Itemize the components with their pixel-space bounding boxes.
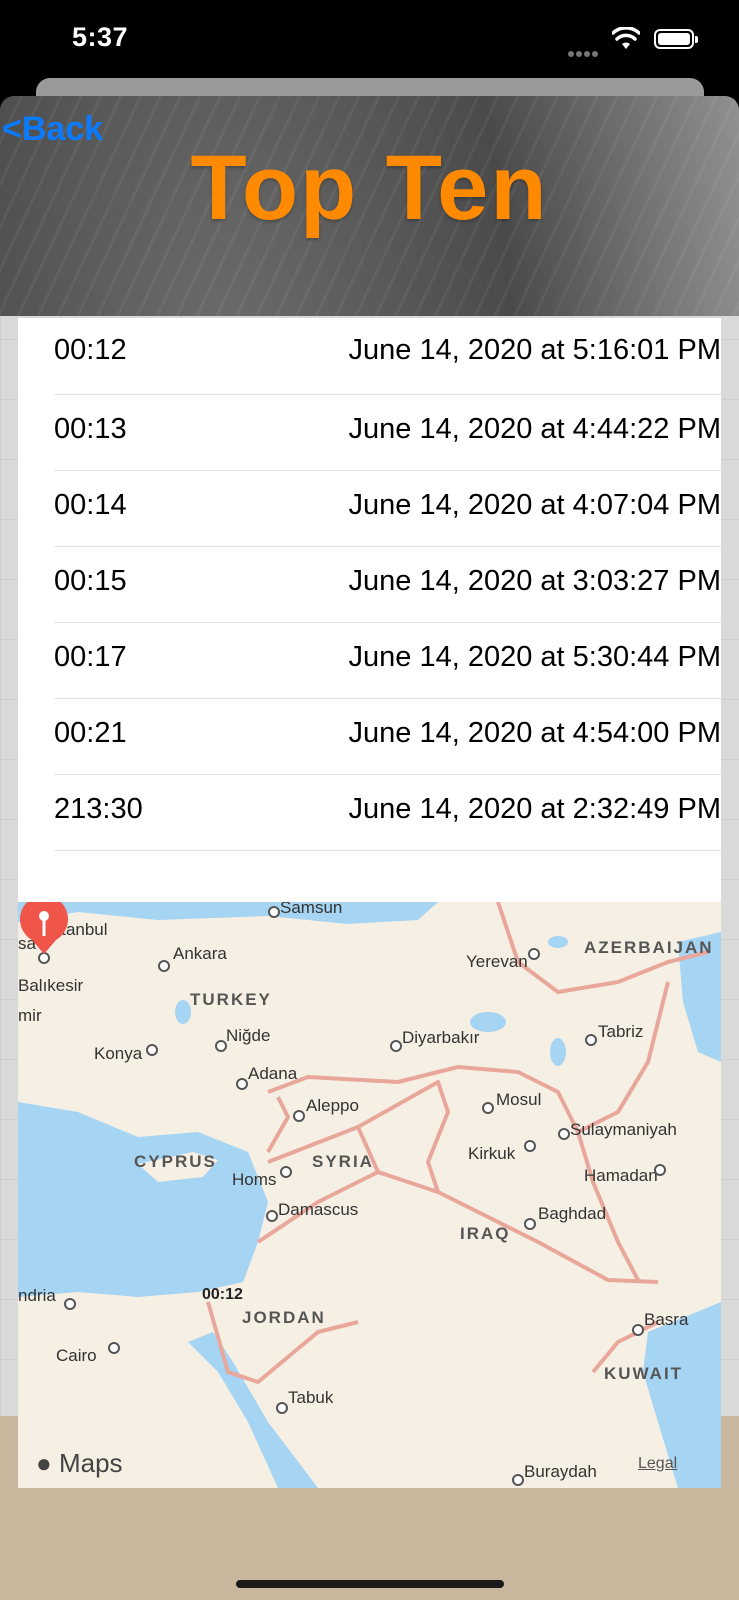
pin-label: 00:12 xyxy=(202,1286,243,1303)
country-label: IRAQ xyxy=(460,1224,511,1243)
city-label: Konya xyxy=(94,1044,143,1063)
score-date: June 14, 2020 at 5:16:01 PM xyxy=(348,334,721,366)
city-marker xyxy=(558,1128,570,1140)
city-marker xyxy=(524,1218,536,1230)
country-label: SYRIA xyxy=(312,1152,374,1171)
city-marker xyxy=(268,906,280,918)
city-marker xyxy=(146,1044,158,1056)
country-label: JORDAN xyxy=(242,1308,326,1327)
score-time: 00:17 xyxy=(54,641,127,673)
city-label: Diyarbakır xyxy=(402,1028,480,1047)
city-marker xyxy=(158,960,170,972)
city-label: Cairo xyxy=(56,1346,97,1365)
map-view[interactable]: Samsun Istanbul sa Ankara Balıkesir mir … xyxy=(18,902,721,1488)
city-marker xyxy=(524,1140,536,1152)
city-label: Mosul xyxy=(496,1090,542,1109)
score-date: June 14, 2020 at 2:32:49 PM xyxy=(348,793,721,825)
table-row[interactable]: 00:14 June 14, 2020 at 4:07:04 PM xyxy=(54,470,721,549)
score-date: June 14, 2020 at 4:07:04 PM xyxy=(348,489,721,521)
city-label: Yerevan xyxy=(466,952,528,971)
city-label: Buraydah xyxy=(524,1462,597,1481)
score-date: June 14, 2020 at 4:54:00 PM xyxy=(348,717,721,749)
city-label: Sulaymaniyah xyxy=(570,1120,677,1139)
city-label: Balıkesir xyxy=(18,976,84,995)
table-row[interactable]: 213:30 June 14, 2020 at 2:32:49 PM xyxy=(54,774,721,853)
score-time: 00:14 xyxy=(54,489,127,521)
score-time: 213:30 xyxy=(54,793,143,825)
country-label: AZERBAIJAN xyxy=(584,938,714,957)
city-label: Baghdad xyxy=(538,1204,607,1223)
city-marker xyxy=(632,1324,644,1336)
score-time: 00:13 xyxy=(54,413,127,445)
city-label: Tabuk xyxy=(288,1388,334,1407)
map-geography xyxy=(18,902,721,1488)
cellular-signal-icon xyxy=(568,44,602,57)
city-label: Damascus xyxy=(278,1200,359,1219)
city-label: Basra xyxy=(644,1310,689,1329)
city-marker xyxy=(585,1034,597,1046)
table-row[interactable]: 00:12 June 14, 2020 at 5:16:01 PM xyxy=(54,318,721,394)
legal-link[interactable]: Legal xyxy=(638,1455,677,1473)
country-label: CYPRUS xyxy=(134,1152,217,1171)
battery-icon xyxy=(654,29,698,49)
city-label: Samsun xyxy=(280,902,343,917)
score-date: June 14, 2020 at 4:44:22 PM xyxy=(348,413,721,445)
city-label: ndria xyxy=(18,1286,56,1305)
table-row-separator xyxy=(54,850,721,902)
city-label: Kirkuk xyxy=(468,1144,516,1163)
city-label: mir xyxy=(18,1006,42,1025)
city-marker xyxy=(64,1298,76,1310)
status-time: 5:37 xyxy=(72,22,129,52)
table-row[interactable]: 00:17 June 14, 2020 at 5:30:44 PM xyxy=(54,622,721,701)
score-time: 00:12 xyxy=(54,334,127,366)
score-time: 00:15 xyxy=(54,565,127,597)
apple-logo-icon: ● xyxy=(36,1448,52,1478)
city-label: Niğde xyxy=(226,1026,271,1045)
city-marker xyxy=(108,1342,120,1354)
map-pin-icon[interactable] xyxy=(18,902,70,954)
score-date: June 14, 2020 at 3:03:27 PM xyxy=(348,565,721,597)
city-label: Homs xyxy=(232,1170,277,1189)
city-label: Hamadan xyxy=(584,1166,658,1185)
status-bar: 5:37 xyxy=(0,0,739,88)
table-row[interactable]: 00:13 June 14, 2020 at 4:44:22 PM xyxy=(54,394,721,473)
city-marker xyxy=(276,1402,288,1414)
city-label: Ankara xyxy=(173,944,227,963)
home-indicator[interactable] xyxy=(236,1580,504,1588)
scores-table[interactable]: 00:12 June 14, 2020 at 5:16:01 PM 00:13 … xyxy=(18,318,721,902)
country-label: KUWAIT xyxy=(604,1364,684,1383)
city-marker xyxy=(293,1110,305,1122)
city-marker xyxy=(512,1474,524,1486)
city-label: Tabriz xyxy=(598,1022,644,1041)
table-row[interactable]: 00:15 June 14, 2020 at 3:03:27 PM xyxy=(54,546,721,625)
page-title: Top Ten xyxy=(190,137,549,239)
score-time: 00:21 xyxy=(54,717,127,749)
modal-sheet: <Back Top Ten 00:12 June 14, 2020 at 5:1… xyxy=(0,96,739,1600)
city-label: Aleppo xyxy=(306,1096,359,1115)
city-marker xyxy=(654,1164,666,1176)
score-date: June 14, 2020 at 5:30:44 PM xyxy=(348,641,721,673)
city-label: Adana xyxy=(248,1064,298,1083)
city-marker xyxy=(482,1102,494,1114)
maps-logo: ● Maps xyxy=(36,1448,123,1479)
table-row[interactable]: 00:21 June 14, 2020 at 4:54:00 PM xyxy=(54,698,721,777)
maps-brand-label: Maps xyxy=(58,1448,123,1478)
wifi-icon xyxy=(612,27,640,49)
country-label: TURKEY xyxy=(190,990,272,1009)
city-marker xyxy=(390,1040,402,1052)
city-marker xyxy=(528,948,540,960)
city-marker xyxy=(280,1166,292,1178)
city-marker xyxy=(236,1078,248,1090)
city-marker xyxy=(266,1210,278,1222)
